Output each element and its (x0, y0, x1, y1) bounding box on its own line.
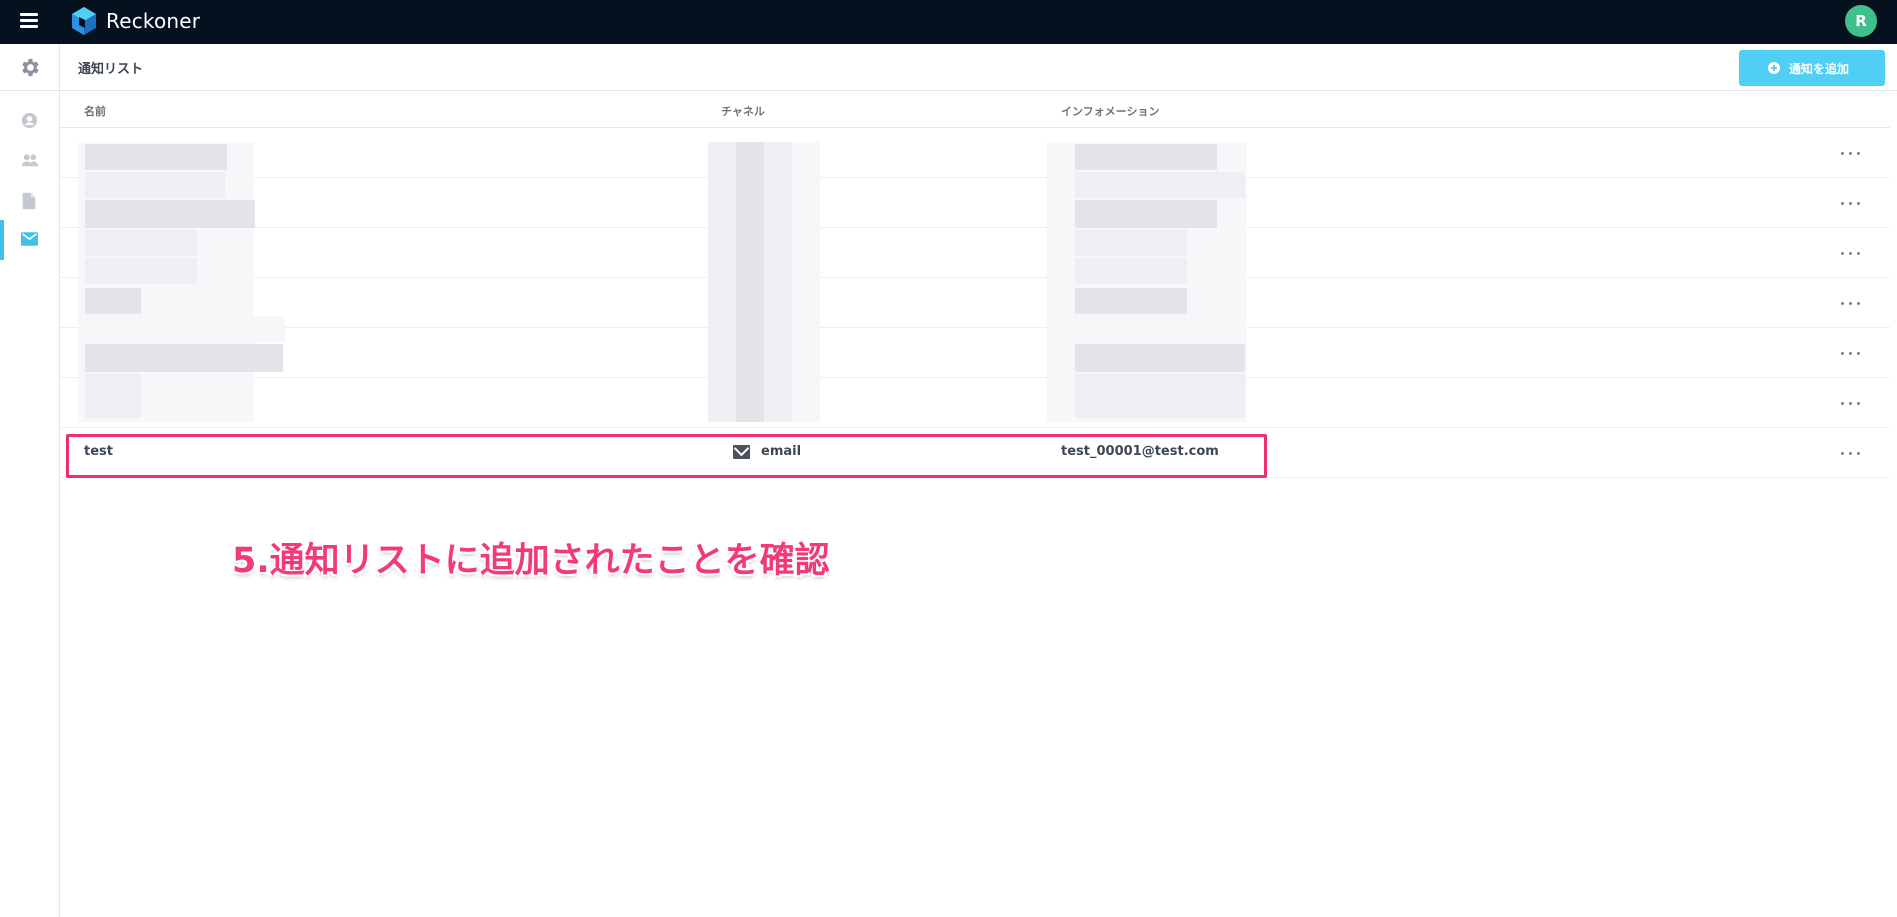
table-row[interactable] (60, 228, 1890, 278)
top-bar: Reckoner R (0, 0, 1897, 44)
add-notification-label: 通知を追加 (1789, 62, 1850, 76)
table-row[interactable] (60, 278, 1890, 328)
more-options-icon[interactable] (1839, 346, 1863, 360)
column-header-channel: チャネル (721, 105, 765, 118)
page-header: 通知リスト 通知を追加 (60, 44, 1897, 91)
table-row[interactable] (60, 328, 1890, 378)
more-options-icon[interactable] (1839, 296, 1863, 310)
column-header-information: インフォメーション (1061, 105, 1160, 118)
gear-icon (22, 58, 39, 77)
mail-icon (21, 232, 38, 246)
document-icon (22, 192, 36, 210)
sidebar-item-settings[interactable] (0, 44, 59, 91)
app-title: Reckoner (106, 9, 201, 33)
more-options-icon[interactable] (1839, 396, 1863, 410)
reckoner-logo (72, 7, 96, 35)
more-options-icon[interactable] (1839, 446, 1863, 460)
user-avatar[interactable]: R (1845, 5, 1877, 37)
more-options-icon[interactable] (1839, 146, 1863, 160)
add-notification-button[interactable]: 通知を追加 (1739, 50, 1885, 86)
highlight-box (66, 434, 1267, 478)
sidebar-item-documents[interactable] (0, 180, 59, 220)
active-indicator (0, 220, 4, 260)
sidebar-item-notifications[interactable] (0, 220, 59, 260)
group-icon (21, 154, 39, 167)
user-icon (21, 112, 38, 129)
sidebar-item-users[interactable] (0, 100, 59, 140)
sidebar-item-groups[interactable] (0, 140, 59, 180)
sidebar (0, 44, 60, 917)
table-row[interactable] (60, 128, 1890, 178)
annotation-text: 5.通知リストに追加されたことを確認 (232, 541, 830, 581)
table-header: 名前 チャネル インフォメーション (60, 92, 1890, 128)
more-options-icon[interactable] (1839, 246, 1863, 260)
table-row[interactable] (60, 178, 1890, 228)
page-title: 通知リスト (78, 62, 144, 77)
plus-circle-icon (1768, 62, 1780, 74)
more-options-icon[interactable] (1839, 196, 1863, 210)
table-row[interactable] (60, 378, 1890, 428)
column-header-name: 名前 (84, 105, 106, 118)
menu-icon[interactable] (18, 10, 40, 32)
